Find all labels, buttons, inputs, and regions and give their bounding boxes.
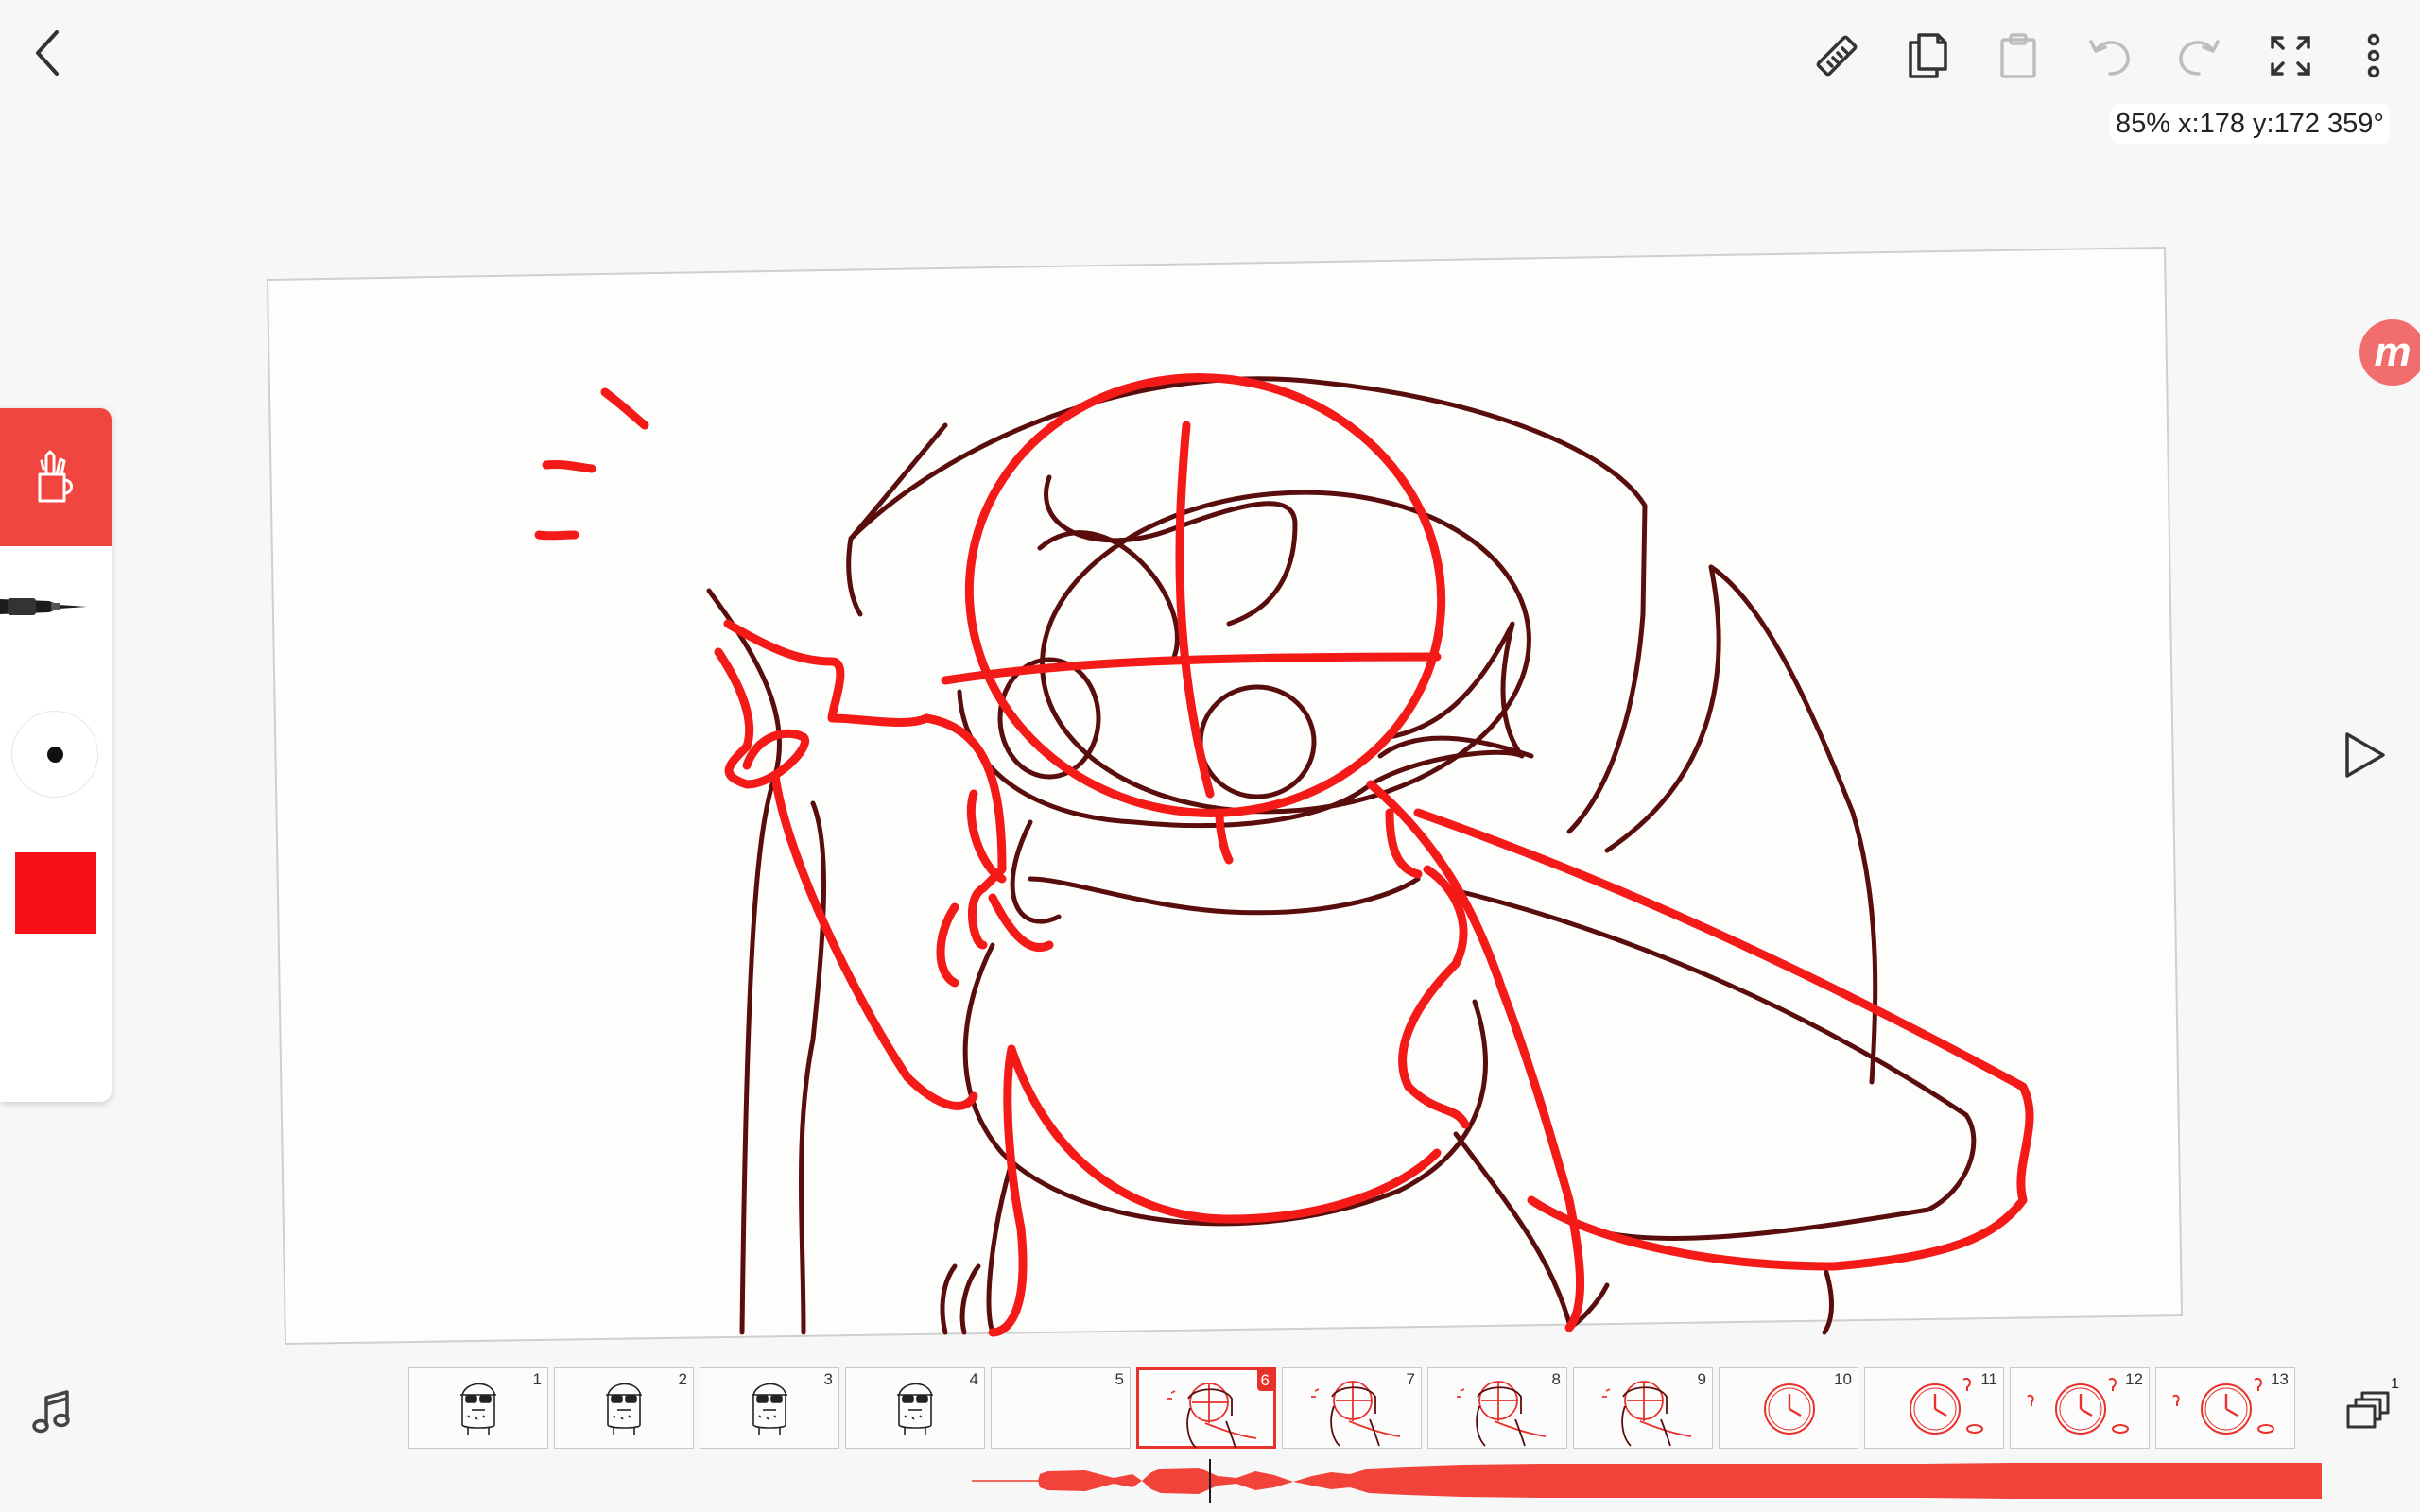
- frame-thumbnail-art: [1311, 1381, 1401, 1447]
- frame-thumbnail-art: [1602, 1381, 1692, 1447]
- fullscreen-button[interactable]: [2261, 26, 2320, 85]
- frame-thumbnail[interactable]: 6: [1136, 1367, 1276, 1449]
- more-options-button[interactable]: [2354, 26, 2394, 85]
- play-button[interactable]: [2335, 726, 2394, 784]
- brush-size-button[interactable]: [11, 711, 98, 798]
- frame-thumbnail[interactable]: 1: [408, 1367, 548, 1449]
- frame-thumbnail[interactable]: 8: [1427, 1367, 1567, 1449]
- clipboard-icon: [2000, 33, 2036, 78]
- frame-thumbnail[interactable]: 10: [1719, 1367, 1858, 1449]
- frame-number: 6: [1256, 1370, 1273, 1391]
- paste-button[interactable]: [1989, 26, 2048, 85]
- frame-thumbnail-art: [897, 1383, 933, 1435]
- layers-icon: [2346, 1391, 2390, 1429]
- sketch-dark-lines: [706, 376, 1977, 1335]
- frame-thumbnail[interactable]: 4: [845, 1367, 985, 1449]
- frame-thumbnail[interactable]: 2: [554, 1367, 694, 1449]
- color-swatch[interactable]: [15, 852, 96, 934]
- frame-thumbnail[interactable]: 9: [1573, 1367, 1713, 1449]
- music-note-icon: [32, 1390, 70, 1434]
- pen-tool-icon[interactable]: [0, 588, 95, 626]
- frame-thumbnail[interactable]: 12: [2010, 1367, 2150, 1449]
- sound-button[interactable]: [26, 1385, 76, 1438]
- side-badge[interactable]: m: [2360, 319, 2420, 386]
- frame-number: 11: [1980, 1370, 1997, 1388]
- frame-thumbnail-art: [606, 1383, 642, 1435]
- redo-icon: [2179, 40, 2220, 76]
- frame-thumbnail[interactable]: 5: [991, 1367, 1131, 1449]
- tools-tab[interactable]: [0, 408, 112, 546]
- frame-number: 13: [2271, 1370, 2289, 1388]
- frame-thumbnail-art: [752, 1383, 787, 1435]
- pencil-cup-icon: [38, 450, 73, 503]
- frame-number: 9: [1697, 1370, 1706, 1388]
- layers-count: 1: [2391, 1376, 2399, 1392]
- paper-sheet: [266, 246, 2184, 1346]
- frame-thumbnail[interactable]: 3: [700, 1367, 839, 1449]
- frame-number: 8: [1551, 1370, 1561, 1388]
- frame-strip: 1 2 3 4 5 6 7 8 9 10 11 12 13: [408, 1367, 2297, 1451]
- redo-button[interactable]: [2170, 26, 2229, 85]
- layers-button[interactable]: 1: [2339, 1376, 2399, 1438]
- ruler-icon: [1816, 35, 1858, 77]
- brush-size-dot: [47, 747, 63, 763]
- waveform-shape: [1038, 1463, 2322, 1499]
- frame-number: 7: [1406, 1370, 1415, 1388]
- ruler-button[interactable]: [1807, 26, 1866, 85]
- back-button[interactable]: [21, 25, 74, 81]
- more-vertical-icon: [2367, 33, 2380, 78]
- frame-thumbnail[interactable]: 11: [1864, 1367, 2004, 1449]
- frame-number: 3: [823, 1370, 833, 1388]
- zoom-position-readout: 85% x:178 y:172 359°: [2110, 104, 2390, 144]
- frame-thumbnail[interactable]: 7: [1282, 1367, 1422, 1449]
- frame-number: 2: [678, 1370, 687, 1388]
- fullscreen-icon: [2271, 36, 2310, 76]
- frame-number: 4: [969, 1370, 978, 1388]
- play-icon: [2345, 732, 2385, 778]
- copy-icon: [1909, 33, 1947, 78]
- frame-number: 12: [2125, 1370, 2143, 1388]
- frame-thumbnail-art: [460, 1383, 496, 1435]
- frame-number: 5: [1115, 1370, 1124, 1388]
- frame-number: 10: [1834, 1370, 1852, 1388]
- copy-button[interactable]: [1898, 26, 1957, 85]
- frame-number: 1: [532, 1370, 542, 1388]
- undo-icon: [2089, 40, 2130, 76]
- undo-button[interactable]: [2080, 26, 2138, 85]
- chevron-left-icon: [36, 30, 59, 76]
- drawing-canvas[interactable]: [0, 0, 2420, 1512]
- frame-thumbnail[interactable]: 13: [2155, 1367, 2295, 1449]
- frame-thumbnail-art: [992, 1368, 1132, 1450]
- sketch-red-lines: [534, 373, 2034, 1337]
- frame-thumbnail-art: [1457, 1381, 1547, 1447]
- audio-waveform[interactable]: [972, 1459, 2322, 1503]
